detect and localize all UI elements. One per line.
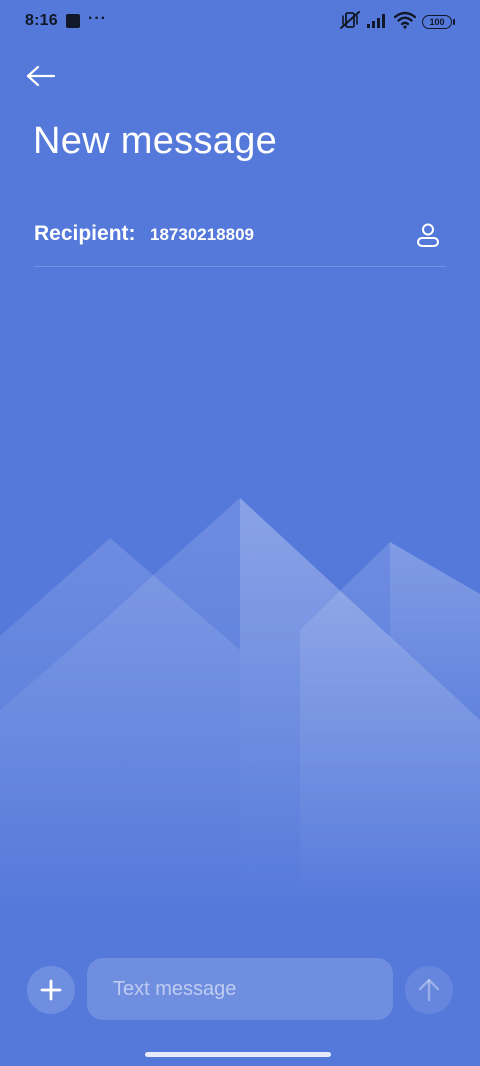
choose-contact-button[interactable] xyxy=(414,220,442,250)
home-indicator[interactable] xyxy=(145,1052,331,1057)
message-composer xyxy=(0,956,480,1026)
recipient-row[interactable]: Recipient: 18730218809 xyxy=(34,216,446,256)
status-time: 8:16 xyxy=(25,12,58,29)
arrow-up-icon xyxy=(418,978,440,1002)
status-icons: 100 xyxy=(340,10,455,34)
recipient-label: Recipient: xyxy=(34,222,136,245)
notification-app-icon xyxy=(66,14,80,28)
wifi-icon xyxy=(393,11,417,34)
plus-icon xyxy=(40,979,62,1001)
page-title: New message xyxy=(33,120,278,162)
send-button[interactable] xyxy=(405,966,453,1014)
recipient-number[interactable]: 18730218809 xyxy=(150,225,254,245)
arrow-left-icon xyxy=(26,65,56,87)
more-notifications-icon: ··· xyxy=(88,10,107,27)
person-icon xyxy=(417,223,439,247)
status-bar: 8:16 ··· 100 xyxy=(0,0,480,44)
battery-indicator: 100 xyxy=(422,15,455,29)
signal-icon xyxy=(366,12,388,33)
vibrate-off-icon xyxy=(340,10,360,34)
recipient-divider xyxy=(34,266,446,267)
back-button[interactable] xyxy=(24,62,58,90)
message-input[interactable] xyxy=(87,958,393,1020)
attach-button[interactable] xyxy=(27,966,75,1014)
mountain-illustration xyxy=(0,498,480,910)
